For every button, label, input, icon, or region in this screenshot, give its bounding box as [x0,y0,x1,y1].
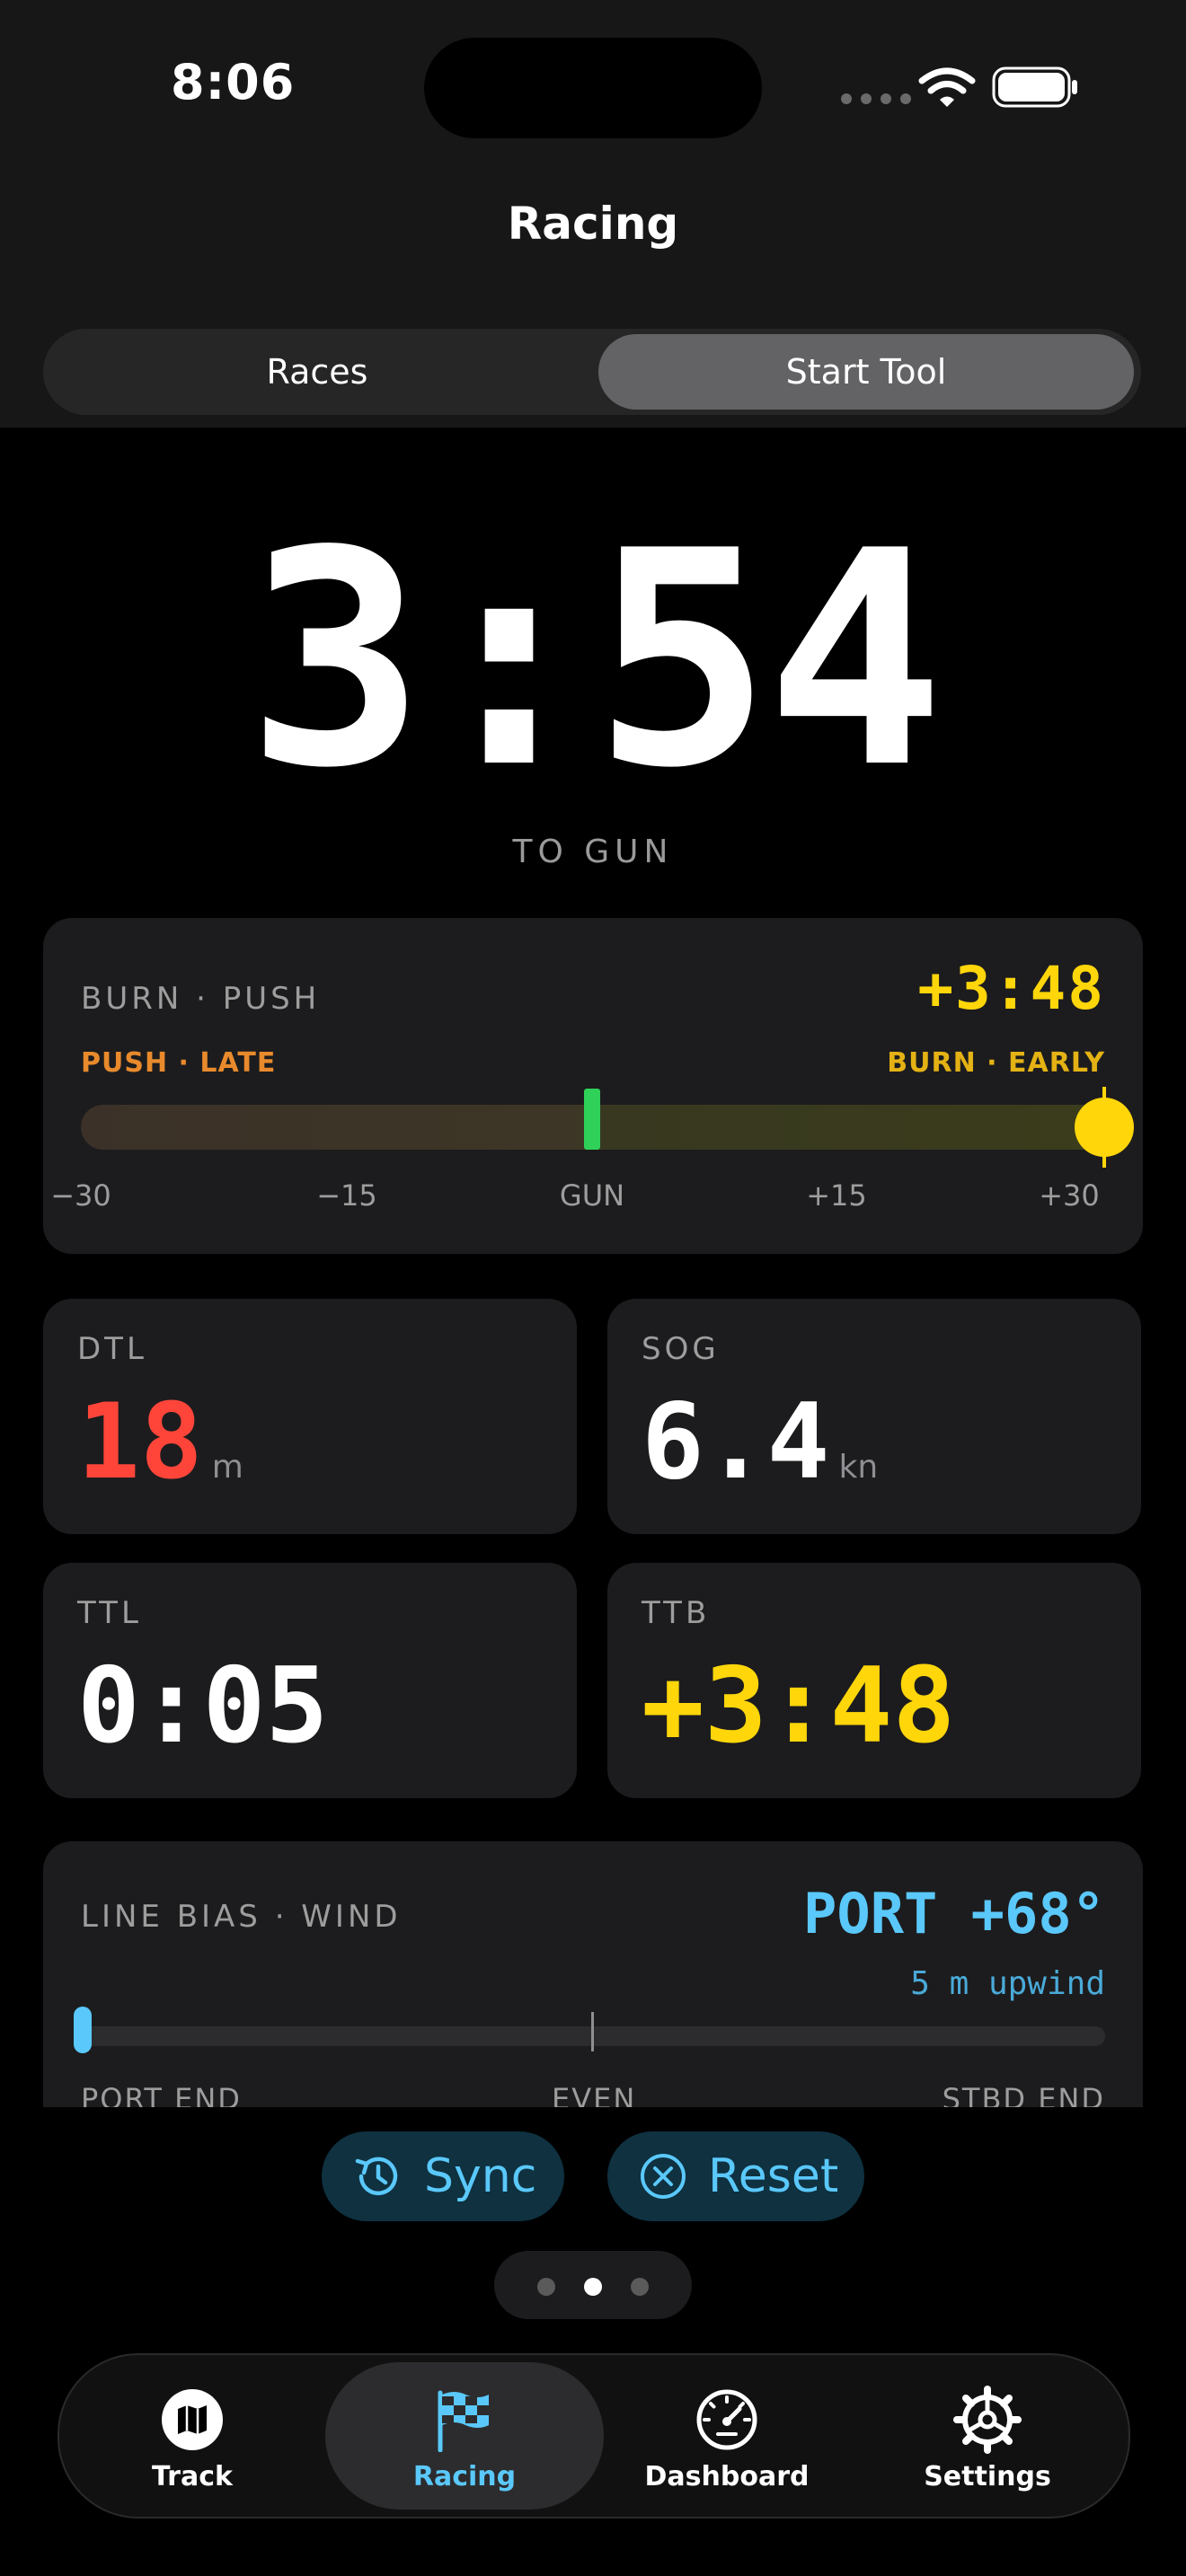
sync-label: Sync [424,2149,537,2203]
dtl-card: DTL 18 m [43,1299,577,1534]
segmented-control: Races Start Tool [43,329,1141,415]
bias-subtitle: 5 m upwind [910,1965,1105,2002]
burn-gauge-indicator-line [1102,1087,1106,1168]
sog-card: SOG 6.4 kn [607,1299,1141,1534]
status-time: 8:06 [171,54,296,110]
bias-value: PORT +68° [803,1881,1105,1946]
checkered-flag-icon [438,2390,489,2452]
tick-label: −15 [316,1178,377,1213]
tick-label: +15 [806,1178,867,1213]
countdown-timer: 3:54 [246,488,945,833]
page-indicator[interactable] [494,2251,692,2319]
tick-label: +30 [1039,1178,1100,1213]
dtl-label: DTL [77,1331,147,1367]
dynamic-island [424,38,762,138]
history-icon [355,2157,398,2196]
tab-bar: Track Racing Dashboard Settings [58,2353,1130,2519]
battery-icon [992,66,1077,108]
line-bias-card: LINE BIAS · WIND PORT +68° 5 m upwind PO… [43,1841,1143,2107]
page-title: Racing [507,198,679,250]
tab-track[interactable]: Track [68,2362,316,2510]
burn-value: +3:48 [917,954,1105,1023]
burn-title: BURN · PUSH [81,981,321,1017]
bias-title: LINE BIAS · WIND [81,1899,402,1935]
tab-racing[interactable]: Racing [325,2362,604,2510]
even-label: EVEN [552,2082,637,2107]
map-icon [162,2389,223,2450]
tab-label: Racing [412,2461,517,2492]
burn-push-card: BURN · PUSH +3:48 PUSH · LATE BURN · EAR… [43,918,1143,1254]
ttb-value: +3:48 [642,1645,956,1767]
stbd-end-label: STBD END [942,2082,1105,2107]
tab-label: Settings [924,2461,1051,2492]
reset-label: Reset [708,2149,839,2203]
dtl-value-row: 18 m [77,1385,243,1500]
dtl-value: 18 [77,1381,203,1503]
segment-start-tool[interactable]: Start Tool [598,334,1134,410]
bias-gauge-indicator [74,2007,92,2053]
tab-dashboard[interactable]: Dashboard [600,2362,854,2510]
tab-label: Track [152,2461,233,2492]
push-late-label: PUSH · LATE [81,1047,277,1079]
page-dot [537,2278,555,2296]
dtl-unit: m [211,1449,243,1486]
ttl-label: TTL [77,1595,142,1631]
segment-races[interactable]: Races [50,334,584,410]
gear-icon [953,2386,1022,2454]
page-dot [631,2278,649,2296]
tab-label: Dashboard [644,2461,810,2492]
bias-center-marker [591,2012,594,2051]
sync-button[interactable]: Sync [322,2131,564,2221]
wifi-icon [918,67,976,107]
gun-marker [584,1089,600,1150]
tick-label: GUN [559,1178,625,1213]
ttb-card: TTB +3:48 [607,1563,1141,1798]
sog-label: SOG [642,1331,720,1367]
sog-unit: kn [838,1449,879,1486]
close-circle-icon [641,2154,686,2199]
port-end-label: PORT END [81,2082,242,2107]
sog-value-row: 6.4 kn [642,1385,878,1500]
page-dot-active [584,2278,602,2296]
tick-label: −30 [50,1178,111,1213]
ttb-label: TTB [642,1595,711,1631]
sog-value: 6.4 [642,1381,830,1503]
ttl-card: TTL 0:05 [43,1563,577,1798]
tab-settings[interactable]: Settings [861,2362,1114,2510]
gauge-icon [696,2389,757,2450]
cellular-signal-icon [841,93,915,104]
ttl-value: 0:05 [77,1645,329,1767]
countdown-label: TO GUN [512,834,674,870]
reset-button[interactable]: Reset [607,2131,864,2221]
burn-early-label: BURN · EARLY [887,1047,1105,1079]
